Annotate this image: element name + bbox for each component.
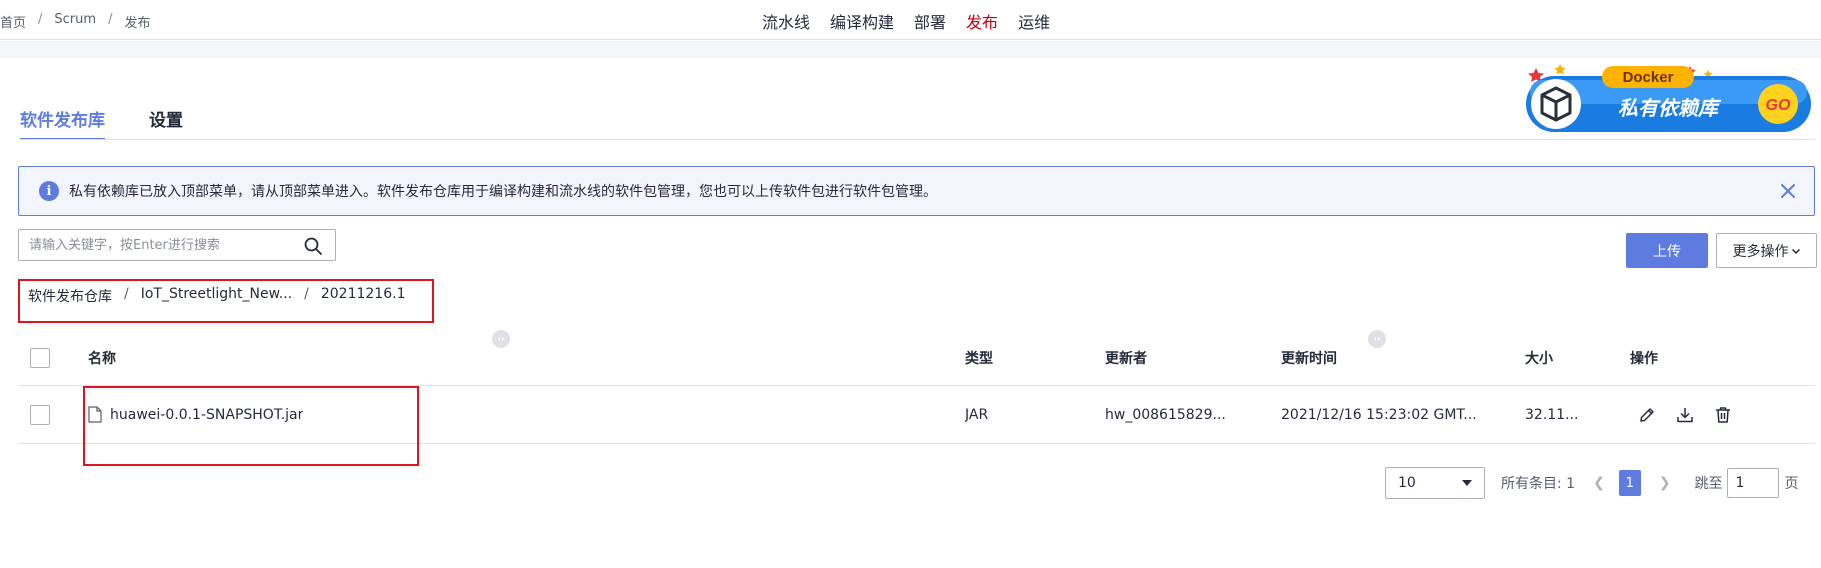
breadcrumb-separator: / bbox=[38, 12, 43, 27]
col-updater[interactable]: 更新者 bbox=[1105, 330, 1147, 385]
breadcrumb: 首页 / Scrum / 发布 bbox=[0, 12, 150, 31]
breadcrumb-separator: / bbox=[108, 12, 113, 27]
table-header: 名称 类型 更新者 更新时间 大小 操作 bbox=[18, 330, 1815, 386]
jump-page-input[interactable] bbox=[1726, 468, 1779, 498]
nav-release[interactable]: 发布 bbox=[966, 9, 998, 33]
notice-text: 私有依赖库已放入顶部菜单，请从顶部菜单进入。软件发布仓库用于编译构建和流水线的软… bbox=[69, 184, 937, 200]
col-size[interactable]: 大小 bbox=[1525, 330, 1553, 385]
top-bar: 首页 / Scrum / 发布 流水线 编译构建 部署 发布 运维 bbox=[0, 0, 1821, 40]
search-box bbox=[18, 229, 336, 261]
docker-private-repo-banner[interactable]: Docker 私有依赖库 GO bbox=[1520, 60, 1815, 136]
col-time[interactable]: 更新时间 bbox=[1281, 330, 1337, 385]
total-count: 所有条目: 1 bbox=[1501, 476, 1576, 492]
breadcrumb-scrum[interactable]: Scrum bbox=[54, 12, 96, 31]
breadcrumb-home[interactable]: 首页 bbox=[0, 12, 26, 31]
chevron-left-icon[interactable]: ❮ bbox=[1593, 475, 1605, 491]
column-resize-icon[interactable] bbox=[492, 330, 510, 348]
upload-button[interactable]: 上传 bbox=[1626, 233, 1708, 268]
file-updater: hw_008615829... bbox=[1105, 406, 1226, 423]
download-icon[interactable] bbox=[1676, 406, 1694, 424]
star-decoration bbox=[1554, 64, 1566, 75]
tab-settings[interactable]: 设置 bbox=[149, 106, 183, 140]
nav-deploy[interactable]: 部署 bbox=[914, 9, 946, 33]
file-type: JAR bbox=[965, 406, 989, 423]
file-update-time: 2021/12/16 15:23:02 GMT... bbox=[1281, 406, 1477, 423]
jump-label: 跳至 bbox=[1694, 476, 1723, 492]
tabs-divider bbox=[20, 139, 1815, 140]
edit-icon[interactable] bbox=[1638, 406, 1656, 424]
top-navigation: 流水线 编译构建 部署 发布 运维 bbox=[762, 9, 1050, 33]
annotation-box-path bbox=[18, 279, 434, 323]
chevron-down-icon bbox=[1791, 248, 1800, 254]
tab-release-repo[interactable]: 软件发布库 bbox=[20, 106, 105, 140]
banner-title: 私有依赖库 bbox=[1618, 96, 1722, 120]
more-actions-button[interactable]: 更多操作 bbox=[1716, 233, 1817, 268]
file-size: 32.11... bbox=[1525, 406, 1579, 423]
search-input[interactable] bbox=[29, 231, 299, 259]
row-actions bbox=[1638, 386, 1732, 443]
breadcrumb-current: 发布 bbox=[124, 16, 151, 31]
page-size-value: 10 bbox=[1398, 475, 1416, 491]
nav-pipeline[interactable]: 流水线 bbox=[762, 9, 810, 33]
pagination: 10 所有条目: 1 ❮ 1 ❯ 跳至 页 bbox=[1385, 467, 1799, 499]
banner-badge: Docker bbox=[1623, 69, 1674, 86]
banner-go: GO bbox=[1766, 97, 1791, 114]
delete-icon[interactable] bbox=[1714, 406, 1732, 424]
col-type[interactable]: 类型 bbox=[965, 330, 993, 385]
col-actions: 操作 bbox=[1630, 350, 1658, 367]
tab-bar: 软件发布库 设置 bbox=[20, 106, 183, 140]
page-current[interactable]: 1 bbox=[1618, 470, 1641, 496]
info-icon: i bbox=[39, 181, 59, 201]
row-checkbox[interactable] bbox=[30, 404, 50, 425]
jump-suffix: 页 bbox=[1784, 476, 1799, 492]
annotation-box-file bbox=[83, 386, 419, 466]
search-icon[interactable] bbox=[303, 236, 323, 256]
nav-ops[interactable]: 运维 bbox=[1018, 9, 1050, 33]
info-notice: i 私有依赖库已放入顶部菜单，请从顶部菜单进入。软件发布仓库用于编译构建和流水线… bbox=[18, 166, 1815, 216]
chevron-right-icon[interactable]: ❯ bbox=[1659, 475, 1671, 491]
col-name[interactable]: 名称 bbox=[88, 330, 116, 385]
header-band bbox=[0, 41, 1821, 58]
page-size-select[interactable]: 10 bbox=[1385, 467, 1485, 499]
more-actions-label: 更多操作 bbox=[1732, 243, 1789, 260]
caret-down-icon bbox=[1462, 480, 1472, 486]
nav-build[interactable]: 编译构建 bbox=[830, 9, 894, 33]
column-resize-icon[interactable] bbox=[1368, 330, 1386, 348]
close-icon[interactable] bbox=[1776, 179, 1800, 203]
select-all-checkbox[interactable] bbox=[30, 347, 50, 368]
